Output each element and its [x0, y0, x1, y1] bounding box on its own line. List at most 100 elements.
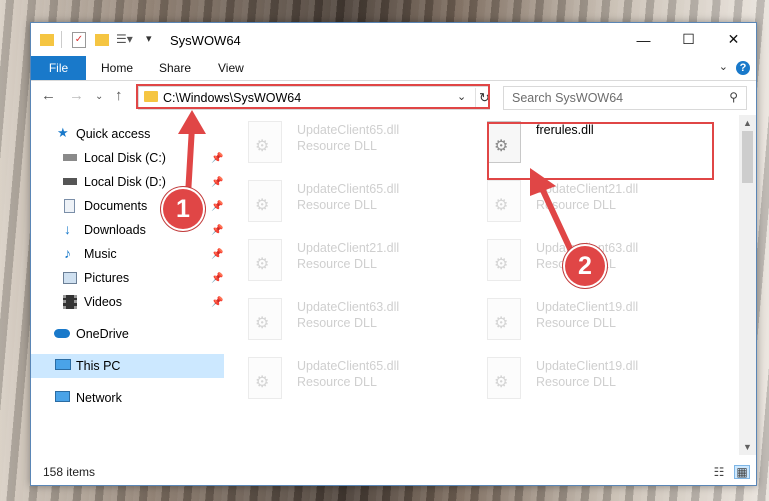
list-item[interactable]: ⚙ UpdateClient19.dll Resource DLL	[470, 292, 700, 348]
properties-icon[interactable]: ✓	[72, 32, 86, 48]
file-type: Resource DLL	[536, 198, 616, 212]
back-arrow-icon[interactable]: ←	[41, 87, 56, 104]
file-type: Resource DLL	[297, 316, 377, 330]
dll-file-icon: ⚙	[487, 298, 521, 340]
dll-file-icon: ⚙	[248, 180, 282, 222]
list-item[interactable]: ⚙ UpdateClient21.dll Resource DLL	[231, 233, 461, 289]
search-box[interactable]: Search SysWOW64 ⚲	[503, 86, 747, 110]
scroll-thumb[interactable]	[742, 131, 753, 183]
document-icon	[64, 199, 75, 213]
dll-file-icon: ⚙	[248, 239, 282, 281]
large-icons-view-icon[interactable]: ▦	[734, 465, 750, 479]
expand-ribbon-icon[interactable]: ⌄	[719, 60, 728, 73]
file-type: Resource DLL	[536, 375, 616, 389]
file-name: UpdateClient19.dll	[536, 300, 639, 314]
file-name: UpdateClient63.dll	[297, 300, 400, 314]
dll-file-icon: ⚙	[487, 239, 521, 281]
file-explorer-window: ✓ ☰▾ ▾ SysWOW64 — ☐ ✕ File Home Share Vi…	[30, 22, 757, 486]
title-bar: ✓ ☰▾ ▾ SysWOW64 — ☐ ✕	[31, 23, 756, 56]
sidebar-item-label: Videos	[84, 295, 122, 309]
file-type: Resource DLL	[297, 139, 377, 153]
scroll-down-icon[interactable]: ▼	[743, 442, 752, 452]
maximize-button[interactable]: ☐	[666, 23, 711, 56]
sidebar-item-label: Downloads	[84, 223, 146, 237]
file-type: Resource DLL	[297, 198, 377, 212]
list-item[interactable]: ⚙ UpdateClient65.dll Resource DLL	[231, 174, 461, 230]
status-bar: 158 items ☷ ▦	[31, 461, 756, 485]
pin-icon: 📌	[211, 248, 224, 260]
window-title: SysWOW64	[170, 33, 241, 48]
address-highlight-box	[136, 84, 490, 109]
dll-file-icon: ⚙	[248, 357, 282, 399]
dll-file-icon: ⚙	[248, 298, 282, 340]
sidebar-item-this-pc[interactable]: This PC	[31, 354, 224, 378]
up-arrow-icon[interactable]: ↑	[115, 87, 123, 104]
pin-icon: 📌	[211, 152, 224, 164]
divider	[61, 31, 62, 48]
navigation-bar: ← → ⌄ ↑ C:\Windows\SysWOW64 ⌄ ↻ Search S…	[31, 81, 756, 113]
file-name: UpdateClient19.dll	[536, 359, 639, 373]
navigation-pane: ★ Quick access Local Disk (C:) 📌 Local D…	[31, 115, 224, 455]
scroll-up-icon[interactable]: ▲	[743, 118, 752, 128]
pin-icon: 📌	[211, 200, 224, 212]
pin-icon: 📌	[211, 272, 224, 284]
videos-icon	[63, 295, 77, 309]
sidebar-item-quick-access[interactable]: ★ Quick access	[31, 122, 224, 146]
vertical-scrollbar[interactable]: ▲ ▼	[739, 115, 756, 455]
tab-file[interactable]: File	[31, 56, 86, 80]
details-view-icon[interactable]: ☷	[711, 465, 727, 479]
chevron-down-icon[interactable]: ▾	[146, 32, 152, 45]
pin-icon: 📌	[211, 296, 224, 308]
minimize-button[interactable]: —	[621, 23, 666, 56]
list-item[interactable]: ⚙ UpdateClient65.dll Resource DLL	[231, 115, 461, 171]
file-name: UpdateClient65.dll	[297, 182, 400, 196]
folder-icon	[40, 34, 54, 46]
pin-icon: 📌	[211, 176, 224, 188]
dll-file-icon: ⚙	[248, 121, 282, 163]
sidebar-item-local-disk-c[interactable]: Local Disk (C:) 📌	[31, 146, 224, 170]
file-name: UpdateClient65.dll	[297, 123, 400, 137]
tab-home[interactable]: Home	[101, 56, 133, 80]
sidebar-item-network[interactable]: Network	[31, 386, 224, 410]
list-item[interactable]: ⚙ UpdateClient63.dll Resource DLL	[231, 292, 461, 348]
list-item[interactable]: ⚙ UpdateClient19.dll Resource DLL	[470, 351, 700, 407]
file-name: UpdateClient65.dll	[297, 359, 400, 373]
sidebar-item-label: Local Disk (C:)	[84, 151, 166, 165]
close-button[interactable]: ✕	[711, 23, 756, 56]
file-type: Resource DLL	[297, 257, 377, 271]
customize-toolbar-icon[interactable]: ☰▾	[116, 32, 133, 46]
item-count: 158 items	[43, 465, 96, 479]
file-name: UpdateClient21.dll	[297, 241, 400, 255]
sidebar-item-videos[interactable]: Videos 📌	[31, 290, 224, 314]
step-1-badge: 1	[163, 189, 203, 229]
ribbon: File Home Share View ⌄ ?	[31, 56, 756, 81]
list-item[interactable]: ⚙ UpdateClient65.dll Resource DLL	[231, 351, 461, 407]
computer-icon	[55, 359, 71, 370]
sidebar-item-onedrive[interactable]: OneDrive	[31, 322, 224, 346]
pictures-icon	[63, 272, 77, 284]
sidebar-item-label: Pictures	[84, 271, 130, 285]
pin-icon: 📌	[211, 224, 224, 236]
new-folder-icon[interactable]	[95, 34, 109, 46]
cloud-icon	[54, 329, 70, 338]
file-name: UpdateClient21.dll	[536, 182, 639, 196]
music-icon: ♪	[64, 245, 71, 261]
recent-locations-icon[interactable]: ⌄	[95, 91, 103, 102]
help-icon[interactable]: ?	[736, 61, 750, 75]
search-placeholder: Search SysWOW64	[512, 91, 624, 105]
search-icon[interactable]: ⚲	[729, 90, 738, 104]
sidebar-item-local-disk-d[interactable]: Local Disk (D:) 📌	[31, 170, 224, 194]
sidebar-item-label: OneDrive	[76, 327, 129, 341]
list-item[interactable]: ⚙ UpdateClient21.dll Resource DLL	[470, 174, 700, 230]
tab-share[interactable]: Share	[159, 56, 191, 80]
file-type: Resource DLL	[536, 316, 616, 330]
download-icon: ↓	[64, 221, 71, 237]
sidebar-item-label: Network	[76, 391, 122, 405]
dll-file-icon: ⚙	[487, 180, 521, 222]
forward-arrow-icon[interactable]: →	[69, 87, 84, 104]
dll-file-icon: ⚙	[487, 357, 521, 399]
sidebar-item-label: Documents	[84, 199, 148, 213]
sidebar-item-pictures[interactable]: Pictures 📌	[31, 266, 224, 290]
sidebar-item-music[interactable]: ♪ Music 📌	[31, 242, 224, 266]
tab-view[interactable]: View	[218, 56, 244, 80]
